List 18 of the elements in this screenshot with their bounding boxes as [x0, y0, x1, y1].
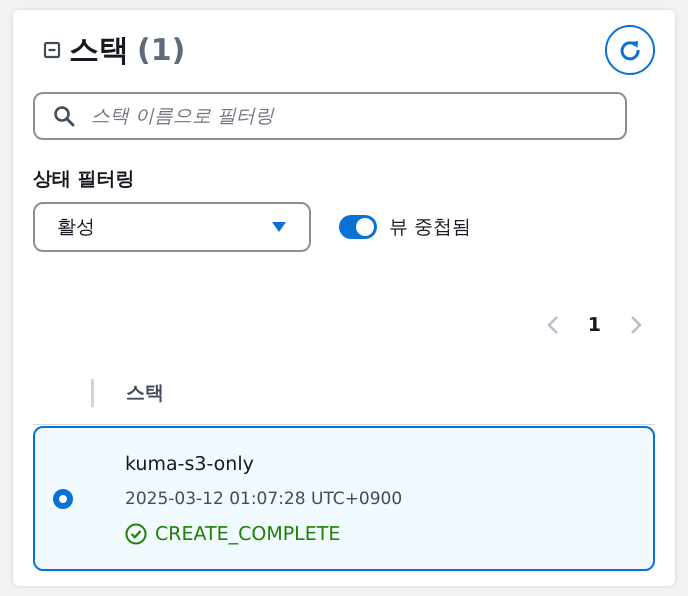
- stack-row[interactable]: kuma-s3-only 2025-03-12 01:07:28 UTC+0900 CREATE_COMPLETE: [33, 426, 655, 571]
- stack-count: (1): [137, 32, 186, 68]
- page-number[interactable]: 1: [588, 314, 601, 336]
- panel-title: 스택: [69, 32, 129, 70]
- toggle-label: 뷰 중첩됨: [389, 215, 472, 240]
- stack-date: 2025-03-12 01:07:28 UTC+0900: [125, 488, 402, 508]
- status-dropdown[interactable]: 활성: [33, 202, 311, 252]
- collapse-icon[interactable]: [43, 41, 61, 59]
- caret-icon: [271, 221, 287, 233]
- stack-name: kuma-s3-only: [125, 452, 255, 474]
- radio-button[interactable]: [53, 488, 73, 508]
- refresh-button[interactable]: [605, 25, 655, 75]
- search-field[interactable]: 스택 이름으로 필터링: [33, 92, 627, 140]
- toggle-switch[interactable]: [339, 215, 377, 239]
- column-header: 스택: [126, 381, 164, 406]
- filter-label: 상태 필터링: [33, 167, 136, 192]
- search-icon: [53, 105, 75, 127]
- stack-status: CREATE_COMPLETE: [155, 522, 340, 544]
